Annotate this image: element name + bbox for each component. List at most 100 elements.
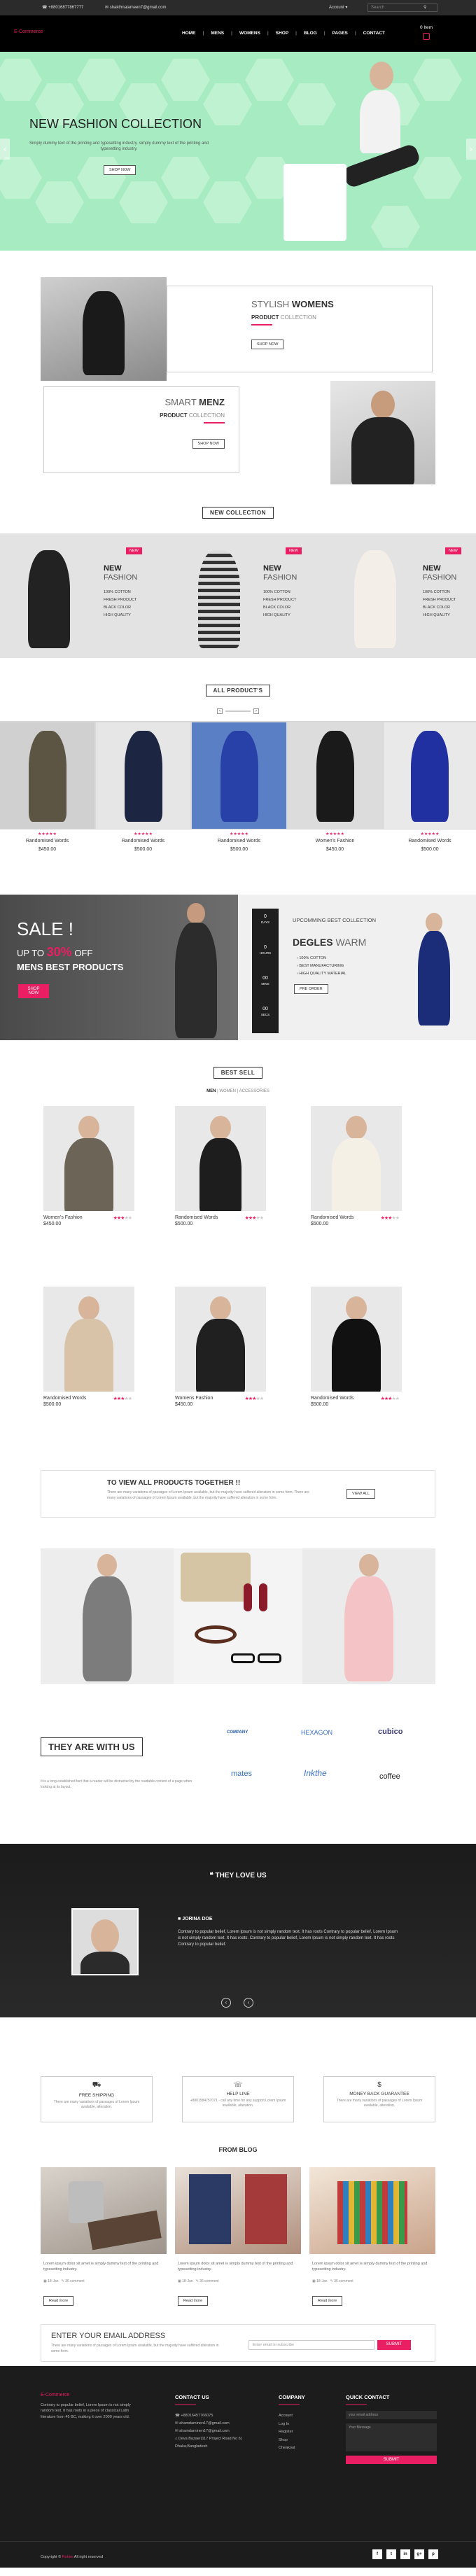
- headset-icon: ☏: [233, 2081, 243, 2089]
- men-shop-button[interactable]: SHOP NOW: [192, 439, 225, 449]
- slider-prev-button[interactable]: ‹: [0, 139, 10, 160]
- footer-link-checkout[interactable]: Cheakout: [279, 2444, 295, 2453]
- read-more-button[interactable]: Read more: [43, 2296, 74, 2306]
- twitter-icon[interactable]: t: [386, 2549, 396, 2559]
- best-sell-card[interactable]: ★★★★★ Women's Fashion $450.00: [43, 1106, 134, 1226]
- product-image-3[interactable]: [192, 722, 286, 829]
- menu-item-womens[interactable]: WOMENS: [239, 31, 260, 36]
- view-all-button[interactable]: VIEW ALL: [346, 1489, 376, 1499]
- men-promo-card: SMART MENZ PRODUCT COLLECTION SHOP NOW: [43, 386, 239, 473]
- search-input[interactable]: Search: [368, 4, 438, 12]
- best-sell-card[interactable]: ★★★★★ Randomised Words $500.00: [311, 1287, 402, 1407]
- newsletter-email-input[interactable]: Enter email to subscribe: [248, 2340, 374, 2350]
- account-menu[interactable]: Account ▾: [329, 5, 347, 10]
- tab-accessories[interactable]: ACCESSORIES: [239, 1089, 270, 1093]
- footer-link-login[interactable]: Log In: [279, 2421, 295, 2429]
- partner-logo[interactable]: HEXAGON: [301, 1729, 332, 1736]
- collection-card-3[interactable]: NEW NEW FASHION 100% COTTON FRESH PRODUCT…: [319, 536, 476, 657]
- partner-logo[interactable]: coffee: [379, 1772, 400, 1781]
- pre-order-button[interactable]: PRE ORDER: [294, 984, 328, 994]
- footer-link-account[interactable]: Account: [279, 2412, 295, 2421]
- linkedin-icon[interactable]: in: [400, 2549, 410, 2559]
- product-image-4[interactable]: [288, 722, 382, 829]
- product-name[interactable]: Women's Fashion: [288, 839, 382, 844]
- site-logo[interactable]: E-Commerce: [14, 29, 43, 34]
- partner-logo[interactable]: mates: [231, 1770, 252, 1778]
- best-sell-card[interactable]: ★★★★★ Randomised Words $500.00: [311, 1106, 402, 1226]
- read-more-button[interactable]: Read more: [312, 2296, 343, 2306]
- blog-image[interactable]: [309, 2167, 435, 2254]
- footer-link-shop[interactable]: Shop: [279, 2437, 295, 2445]
- partner-logo[interactable]: COMPANY: [227, 1730, 248, 1735]
- product-name[interactable]: Randomised Words: [192, 839, 286, 844]
- quick-contact-submit-button[interactable]: SUBMIT: [346, 2456, 437, 2464]
- product-name[interactable]: Randomised Words: [96, 839, 190, 844]
- collection-card-2[interactable]: NEW NEW FASHION 100% COTTON FRESH PRODUCT…: [160, 536, 317, 657]
- hero-shop-button[interactable]: SHOP NOW: [104, 165, 136, 175]
- women-shop-button[interactable]: SHOP NOW: [251, 340, 284, 349]
- product-image-5[interactable]: [384, 722, 476, 829]
- product-image[interactable]: [311, 1287, 402, 1392]
- slider-next-button[interactable]: ›: [466, 139, 476, 160]
- topbar-email[interactable]: ✉ shakthnalameen7@gmail.com: [105, 5, 167, 10]
- sale-shop-button[interactable]: SHOP NOW: [18, 984, 49, 998]
- quick-contact-message-input[interactable]: Your Message: [346, 2423, 437, 2451]
- new-collection-title: NEW COLLECTION: [0, 507, 476, 519]
- best-sell-card[interactable]: ★★★★★ Womens Fashion $450.00: [175, 1287, 266, 1407]
- quick-contact-email-input[interactable]: your email address: [346, 2411, 437, 2419]
- google-plus-icon[interactable]: g+: [414, 2549, 424, 2559]
- shopping-bag-icon: [423, 33, 430, 40]
- menu-item-blog[interactable]: BLOG: [304, 31, 317, 36]
- cart-button[interactable]: 0 Item: [420, 25, 433, 40]
- menu-item-pages[interactable]: PAGES: [332, 31, 348, 36]
- best-sell-card[interactable]: ★★★★★ Randomised Words $500.00: [175, 1106, 266, 1226]
- testimonial-avatar: [71, 1908, 139, 1975]
- product-image[interactable]: [43, 1287, 134, 1392]
- upcoming-banner: 0 DAYS 0 HOURS 00 MINS 00 SECS UPCOMMING BES…: [238, 895, 476, 1040]
- product-image[interactable]: [175, 1106, 266, 1211]
- product-name[interactable]: Randomised Words: [384, 839, 476, 844]
- newsletter-submit-button[interactable]: SUBMIT: [377, 2340, 411, 2350]
- partner-logo[interactable]: Inkthe: [304, 1768, 327, 1778]
- product-image-2[interactable]: [96, 722, 190, 829]
- newsletter-box: ENTER YOUR EMAIL ADDRESS There are many …: [41, 2324, 435, 2362]
- countdown-timer: 0 DAYS 0 HOURS 00 MINS 00 SECS: [252, 909, 279, 1033]
- read-more-button[interactable]: Read more: [178, 2296, 209, 2306]
- copyright: Copyright © Rohim All right reserved: [41, 2555, 104, 2559]
- product-name[interactable]: Randomised Words: [0, 839, 94, 844]
- footer-logo[interactable]: E-Commerce: [41, 2393, 69, 2398]
- pinterest-icon[interactable]: p: [428, 2549, 438, 2559]
- partner-logo[interactable]: cubico: [378, 1728, 402, 1736]
- best-sell-card[interactable]: ★★★★★ Randomised Words $500.00: [43, 1287, 134, 1407]
- collection-card-1[interactable]: NEW NEW FASHION 100% COTTON FRESH PRODUCT…: [0, 536, 158, 657]
- tab-women[interactable]: WOMEN: [219, 1089, 236, 1093]
- menu-item-contact[interactable]: CONTACT: [363, 31, 385, 36]
- social-links: f t in g+ p: [372, 2549, 438, 2559]
- footer-link-register[interactable]: Register: [279, 2428, 295, 2437]
- belt-image: [195, 1625, 237, 1644]
- men-promo-image: [330, 381, 435, 484]
- product-image[interactable]: [311, 1106, 402, 1211]
- service-box: ☏ HELP LINE +8801584757071 - call any ti…: [182, 2076, 294, 2122]
- menu-item-mens[interactable]: MENS: [211, 31, 224, 36]
- all-products-title: ALL PRODUCT'S: [0, 685, 476, 696]
- testimonial-section: ❝ THEY LOVE US ■ JORINA DOE Contrary to …: [0, 1844, 476, 2017]
- carousel-next-icon[interactable]: ›: [253, 708, 259, 714]
- facebook-icon[interactable]: f: [372, 2549, 382, 2559]
- tab-men[interactable]: MEN: [206, 1089, 216, 1093]
- testimonial-next-button[interactable]: ›: [244, 1998, 253, 2008]
- product-info-row: ★★★★★ ★★★★★ ★★★★★ ★★★★★ ★★★★★ Randomised…: [0, 832, 476, 860]
- menu-item-shop[interactable]: SHOP: [276, 31, 288, 36]
- product-image[interactable]: [43, 1106, 134, 1211]
- blog-image[interactable]: [175, 2167, 301, 2254]
- hero-model-image: [276, 52, 444, 251]
- testimonial-prev-button[interactable]: ‹: [221, 1998, 231, 2008]
- best-sell-title: BEST SELL: [0, 1067, 476, 1079]
- product-image-1[interactable]: [0, 722, 94, 829]
- search-icon[interactable]: ⚲: [424, 5, 426, 10]
- carousel-prev-icon[interactable]: ‹: [217, 708, 223, 714]
- product-image[interactable]: [175, 1287, 266, 1392]
- handbag-image: [181, 1553, 251, 1602]
- menu-item-home[interactable]: HOME: [182, 31, 196, 36]
- blog-image[interactable]: [41, 2167, 167, 2254]
